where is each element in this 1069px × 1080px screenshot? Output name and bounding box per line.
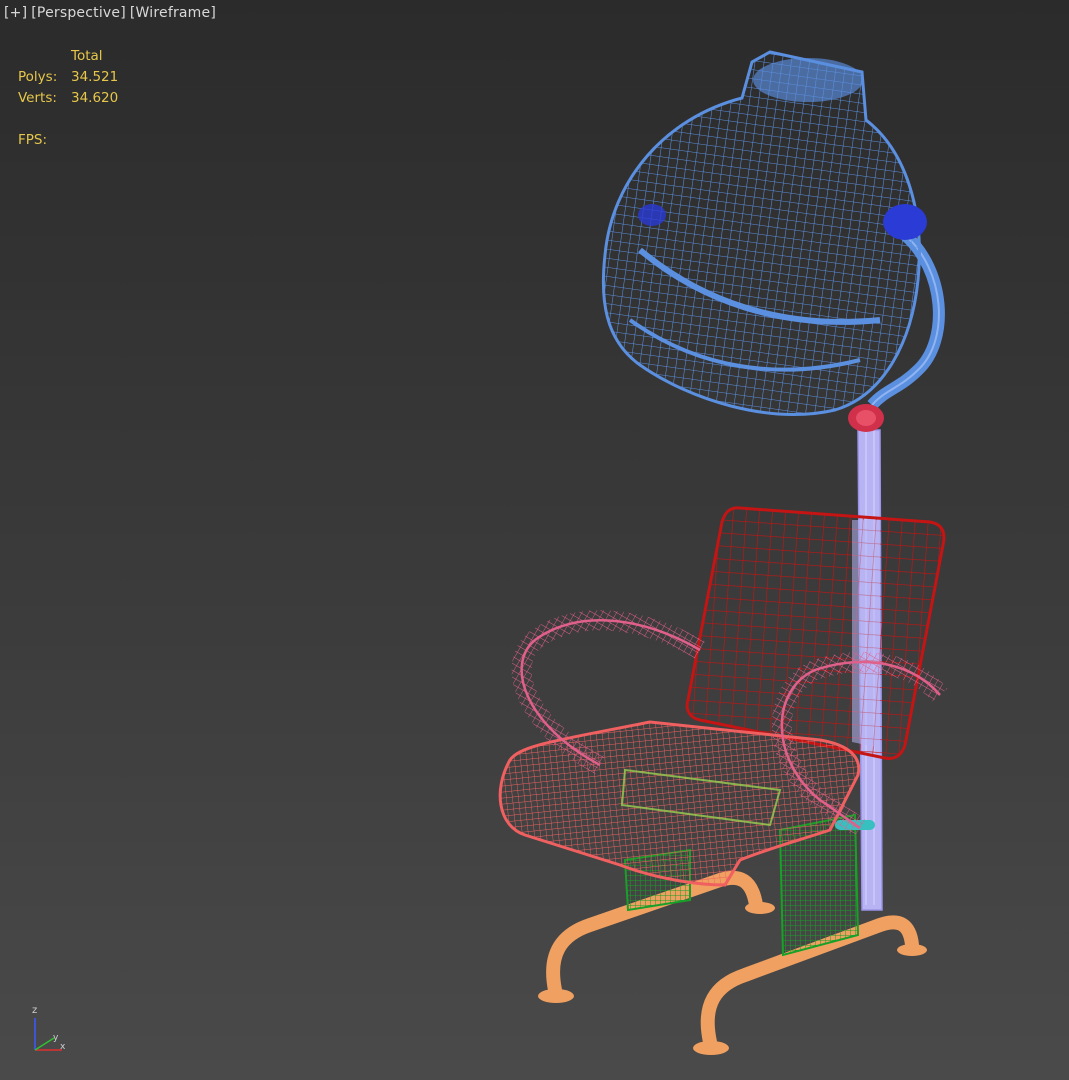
dryer-hood[interactable] bbox=[601, 50, 927, 416]
hood-knob-left-icon bbox=[638, 204, 666, 226]
viewport-scene[interactable] bbox=[0, 0, 1069, 1080]
axis-x-label: x bbox=[60, 1042, 66, 1052]
hood-knob-right-icon bbox=[883, 204, 927, 240]
chair-backrest[interactable] bbox=[685, 506, 946, 760]
axis-z-label: z bbox=[32, 1005, 37, 1016]
pole-knob[interactable] bbox=[848, 404, 884, 432]
axis-gizmo: z y x bbox=[32, 1005, 66, 1052]
axis-y-label: y bbox=[53, 1033, 59, 1043]
